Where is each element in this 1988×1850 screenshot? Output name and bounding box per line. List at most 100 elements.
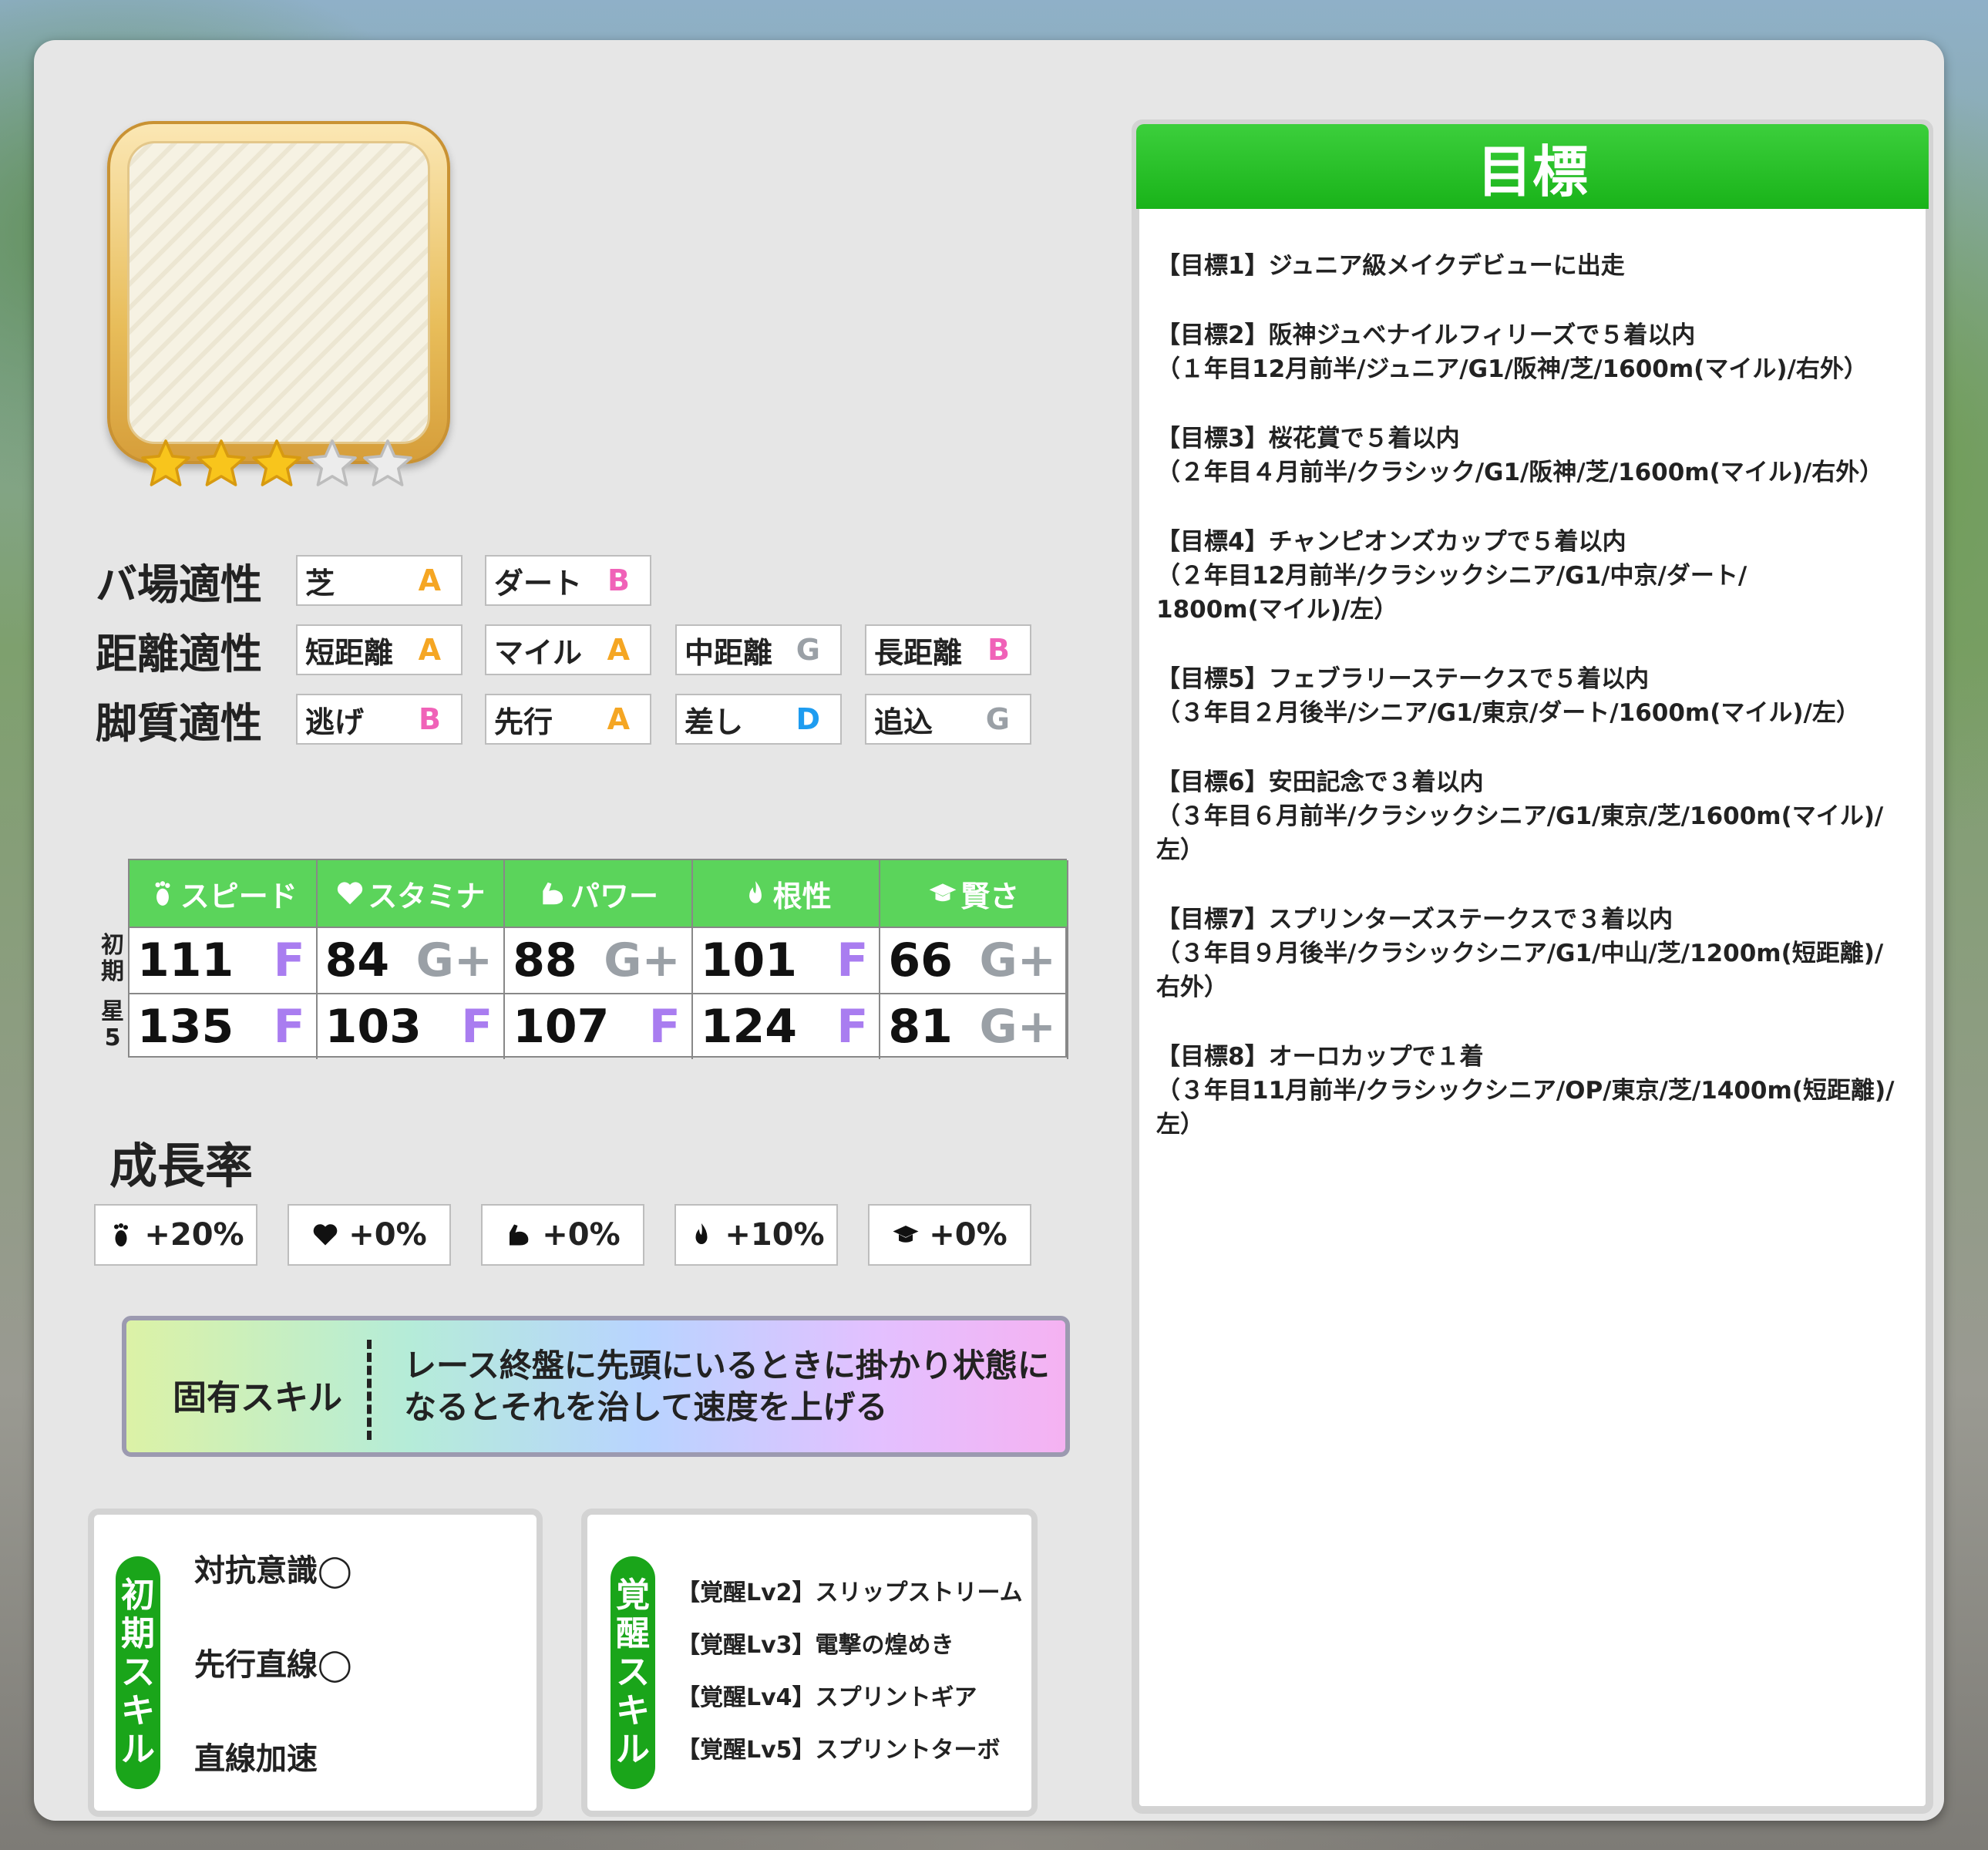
aptitude-label: マイル bbox=[494, 635, 583, 670]
arm-icon bbox=[538, 879, 567, 908]
unique-skill-box[interactable]: 固有スキル レース終盤に先頭にいるときに掛かり状態に なるとそれを治して速度を上… bbox=[122, 1316, 1070, 1457]
goal-heading: 【目標7】スプリンターズステークスで３着以内 bbox=[1156, 906, 1673, 933]
goal-detail: （２年目４月前半/クラシック/G1/阪神/芝/1600m(マイル)/右外） bbox=[1156, 459, 1884, 486]
goal-detail: 左） bbox=[1156, 836, 1204, 864]
character-card: バ場適性芝 A ダート B 距離適性 短距離 A マイル A 中距離 G 長距離 B 脚質適性 逃げ B 先行 A… bbox=[34, 40, 1944, 1821]
aptitude-item: 差し D bbox=[675, 694, 842, 745]
stats-table: スピード スタミナ パワー 根性 賢さ 111 F 84 G+ 88 G+ 101 F 66 G+ 135 F 1… bbox=[128, 859, 1068, 1059]
goal-heading: 【目標6】安田記念で３着以内 bbox=[1156, 769, 1484, 796]
stat-value: 81 bbox=[888, 1000, 953, 1054]
goal-heading: 【目標3】桜花賞で５着以内 bbox=[1156, 425, 1460, 452]
unique-skill-line: レース終盤に先頭にいるときに掛かり状態に bbox=[404, 1347, 1050, 1384]
goal-item: 【目標1】ジュニア級メイクデビューに出走 bbox=[1156, 249, 1927, 283]
aptitude-row-title: 距離適性 bbox=[96, 630, 262, 678]
aptitude-grade: G bbox=[796, 633, 820, 667]
aptitude-grade: G bbox=[985, 702, 1010, 736]
initial-skills-panel: 初期スキル 対抗意識◯ 先行直線◯ 直線加速 bbox=[88, 1509, 543, 1817]
goal-item: 【目標2】阪神ジュベナイルフィリーズで５着以内 （１年目12月前半/ジュニア/G1… bbox=[1156, 318, 1927, 386]
growth-value: +0% bbox=[348, 1217, 427, 1253]
aptitude-item: マイル A bbox=[485, 624, 651, 675]
stat-header: スピード bbox=[130, 860, 318, 927]
aptitude-item: 逃げ B bbox=[296, 694, 463, 745]
initial-skill-item[interactable]: 対抗意識◯ bbox=[194, 1546, 352, 1590]
stat-header: パワー bbox=[505, 860, 693, 927]
goal-item: 【目標4】チャンピオンズカップで５着以内 （２年目12月前半/クラシックシニア/G… bbox=[1156, 525, 1927, 627]
aptitude-label: 差し bbox=[685, 705, 744, 739]
awakening-skill-item[interactable]: 【覚醒Lv5】スプリントターボ bbox=[677, 1731, 1001, 1764]
growth-item: +0% bbox=[288, 1204, 451, 1266]
growth-title: 成長率 bbox=[109, 1138, 254, 1194]
goals-panel: 目標 【目標1】ジュニア級メイクデビューに出走【目標2】阪神ジュベナイルフィリー… bbox=[1132, 119, 1933, 1814]
growth-value: +10% bbox=[725, 1217, 825, 1253]
stat-grade: F bbox=[836, 1000, 869, 1054]
flame-icon bbox=[688, 1221, 715, 1249]
awakening-skill-item[interactable]: 【覚醒Lv4】スプリントギア bbox=[677, 1678, 977, 1712]
goal-detail: 1800m(マイル)/左） bbox=[1156, 596, 1398, 624]
footprint-icon bbox=[148, 879, 177, 908]
stat-value: 124 bbox=[700, 1000, 798, 1054]
star-filled-icon bbox=[138, 429, 193, 499]
goals-title: 目標 bbox=[1136, 124, 1929, 209]
star-filled-icon bbox=[193, 429, 249, 499]
goal-detail: 左） bbox=[1156, 1111, 1204, 1139]
stat-grade: F bbox=[836, 933, 869, 987]
arm-icon bbox=[505, 1221, 533, 1249]
stat-header-label: スタミナ bbox=[368, 879, 486, 913]
stat-header: 賢さ bbox=[880, 860, 1068, 927]
goal-heading: 【目標2】阪神ジュベナイルフィリーズで５着以内 bbox=[1156, 321, 1696, 349]
stat-value: 84 bbox=[325, 933, 390, 987]
stat-row-label-star5: 星5 bbox=[101, 998, 124, 1051]
goal-item: 【目標3】桜花賞で５着以内 （２年目４月前半/クラシック/G1/阪神/芝/1600… bbox=[1156, 422, 1927, 489]
star-empty-icon bbox=[304, 429, 360, 499]
aptitude-grade: A bbox=[418, 633, 441, 667]
goal-detail: （２年目12月前半/クラシックシニア/G1/中京/ダート/ bbox=[1156, 562, 1747, 590]
stat-value: 101 bbox=[700, 933, 798, 987]
footprint-icon bbox=[107, 1221, 135, 1249]
initial-skill-item[interactable]: 先行直線◯ bbox=[194, 1640, 352, 1684]
aptitude-label: 逃げ bbox=[305, 705, 365, 739]
awakening-skill-item[interactable]: 【覚醒Lv3】電撃の煌めき bbox=[677, 1626, 954, 1660]
aptitude-label: 中距離 bbox=[685, 635, 773, 670]
aptitude-label: 短距離 bbox=[305, 635, 394, 670]
stat-cell: 81 G+ bbox=[880, 993, 1068, 1059]
awakening-skill-item[interactable]: 【覚醒Lv2】スリップストリーム bbox=[677, 1573, 1023, 1607]
growth-item: +20% bbox=[94, 1204, 257, 1266]
stat-grade: G+ bbox=[979, 1000, 1056, 1054]
stat-grade: F bbox=[273, 933, 305, 987]
initial-skills-label: 初期スキル bbox=[116, 1556, 160, 1789]
stat-grade: F bbox=[648, 1000, 681, 1054]
character-portrait-placeholder bbox=[127, 141, 430, 444]
aptitude-grade: B bbox=[987, 633, 1010, 667]
star-empty-icon bbox=[360, 429, 415, 499]
stat-header-label: スピード bbox=[180, 879, 298, 913]
stat-header-label: 賢さ bbox=[960, 879, 1020, 913]
aptitude-label: 先行 bbox=[494, 705, 553, 739]
stat-value: 107 bbox=[513, 1000, 610, 1054]
aptitude-label: ダート bbox=[494, 566, 583, 600]
unique-skill-divider bbox=[367, 1340, 372, 1440]
heart-icon bbox=[335, 879, 365, 908]
stat-value: 103 bbox=[325, 1000, 422, 1054]
stat-cell: 101 F bbox=[692, 927, 881, 993]
goal-detail: （３年目９月後半/クラシックシニア/G1/中山/芝/1200m(短距離)/ bbox=[1156, 940, 1884, 967]
mortarboard-icon bbox=[928, 879, 957, 908]
goal-detail: （１年目12月前半/ジュニア/G1/阪神/芝/1600m(マイル)/右外） bbox=[1156, 355, 1868, 383]
aptitude-item: 中距離 G bbox=[675, 624, 842, 675]
goal-heading: 【目標5】フェブラリーステークスで５着以内 bbox=[1156, 665, 1650, 693]
stat-header: スタミナ bbox=[317, 860, 506, 927]
stat-value: 88 bbox=[513, 933, 577, 987]
stat-grade: F bbox=[273, 1000, 305, 1054]
initial-skill-item[interactable]: 直線加速 bbox=[194, 1734, 318, 1778]
goal-item: 【目標8】オーロカップで１着 （３年目11月前半/クラシックシニア/OP/東京/芝… bbox=[1156, 1040, 1927, 1142]
aptitude-grade: A bbox=[607, 633, 630, 667]
stat-cell: 107 F bbox=[505, 993, 693, 1059]
goal-detail: （３年目２月後半/シニア/G1/東京/ダート/1600m(マイル)/左） bbox=[1156, 699, 1860, 727]
stat-header: 根性 bbox=[692, 860, 881, 927]
growth-value: +0% bbox=[542, 1217, 621, 1253]
aptitude-label: 芝 bbox=[305, 566, 335, 600]
goal-detail: （３年目11月前半/クラシックシニア/OP/東京/芝/1400m(短距離)/ bbox=[1156, 1077, 1895, 1105]
stat-grade: G+ bbox=[415, 933, 493, 987]
stat-cell: 103 F bbox=[317, 993, 506, 1059]
stat-value: 135 bbox=[137, 1000, 234, 1054]
stat-cell: 88 G+ bbox=[505, 927, 693, 993]
